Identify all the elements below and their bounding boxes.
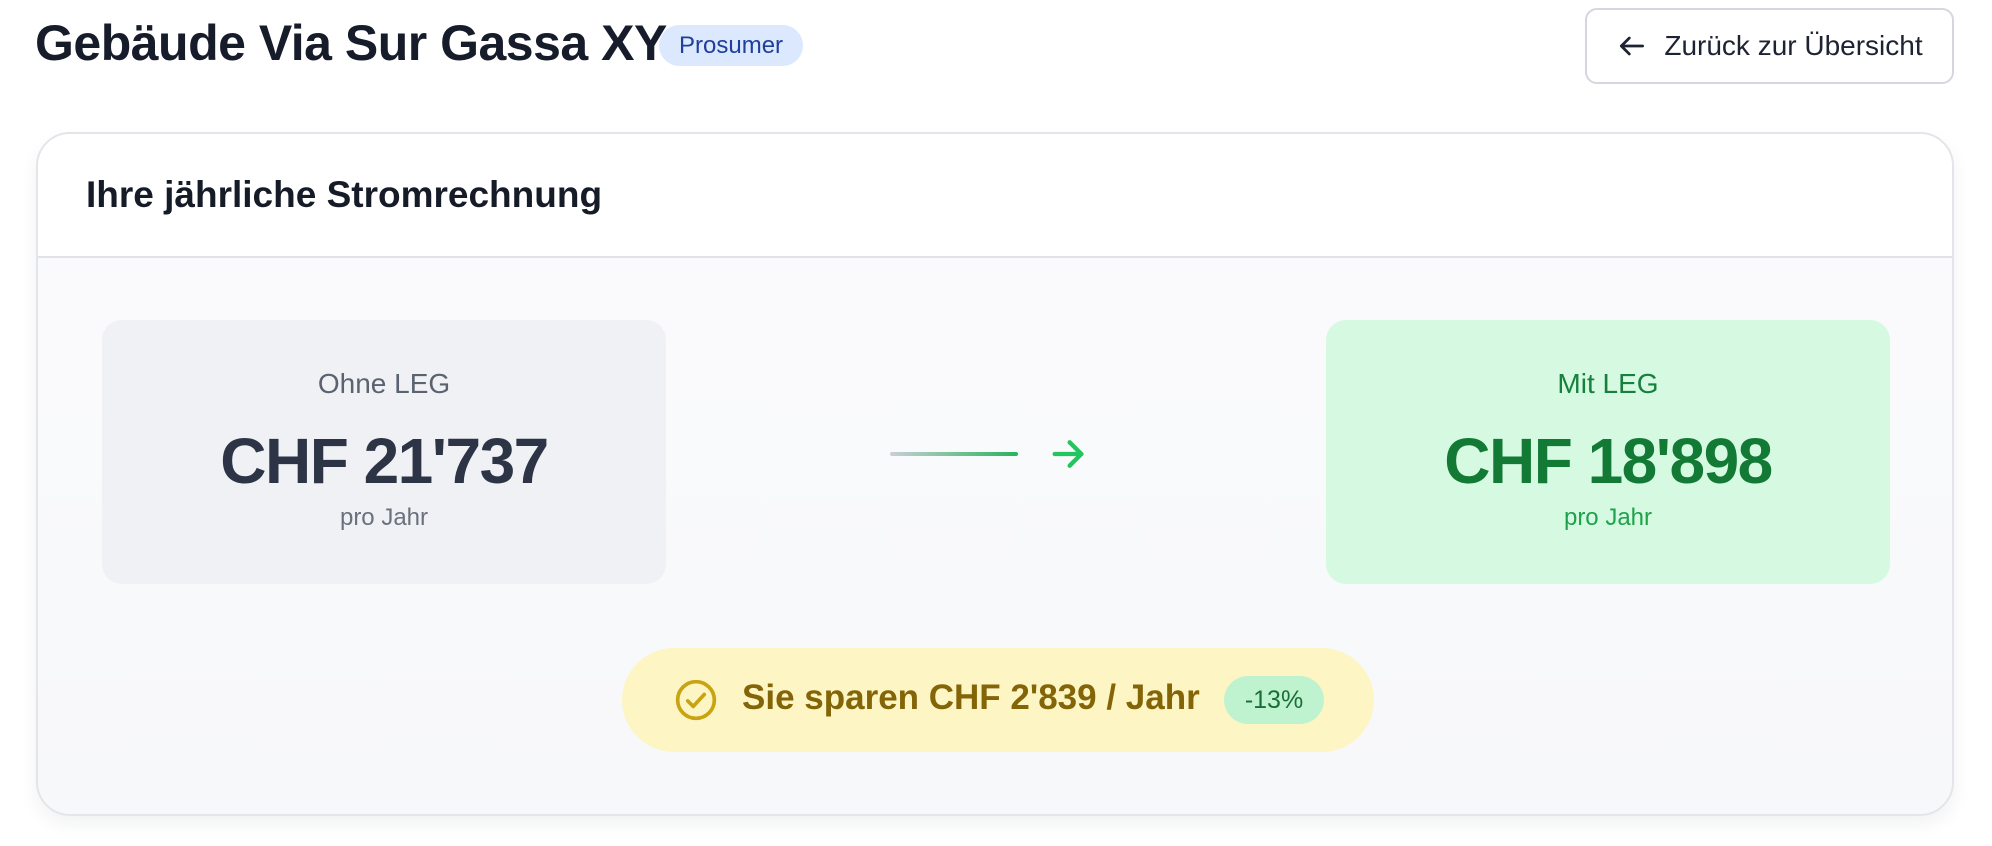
- arrow-left-icon: [1620, 36, 1645, 56]
- with-leg-label: Mit LEG: [1557, 368, 1659, 399]
- card-header: Ihre jährliche Stromrechnung: [38, 134, 1952, 258]
- without-leg-label: Ohne LEG: [317, 368, 451, 399]
- with-leg-box: Mit LEG CHF 18'898 pro Jahr: [1326, 320, 1890, 584]
- annual-bill-card: Ihre jährliche Stromrechnung Ohne LEG CH…: [36, 132, 1954, 816]
- without-leg-box: Ohne LEG CHF 21'737 pro Jahr: [102, 320, 666, 584]
- page-title: Gebäude Via Sur Gassa XY: [35, 15, 667, 71]
- with-leg-value: CHF 18'898: [1444, 425, 1773, 497]
- savings-banner: Sie sparen CHF 2'839 / Jahr -13%: [622, 648, 1374, 752]
- arrow-right-icon: [1052, 440, 1084, 468]
- back-button-label: Zurück zur Übersicht: [1664, 30, 1923, 61]
- without-leg-value: CHF 21'737: [220, 425, 549, 497]
- savings-text: Sie sparen CHF 2'839 / Jahr: [742, 678, 1200, 717]
- with-leg-period: pro Jahr: [1563, 504, 1653, 531]
- page-header: Gebäude Via Sur Gassa XY Prosumer Zurück…: [0, 0, 1992, 96]
- arrow-line: [890, 452, 1018, 456]
- savings-percent-badge: -13%: [1224, 676, 1324, 724]
- without-leg-period: pro Jahr: [339, 504, 429, 531]
- role-badge: Prosumer: [659, 25, 804, 66]
- check-circle-icon: [675, 679, 717, 721]
- comparison-arrow: [890, 434, 1130, 474]
- back-to-overview-button[interactable]: Zurück zur Übersicht: [1585, 8, 1954, 84]
- card-title: Ihre jährliche Stromrechnung: [86, 174, 603, 215]
